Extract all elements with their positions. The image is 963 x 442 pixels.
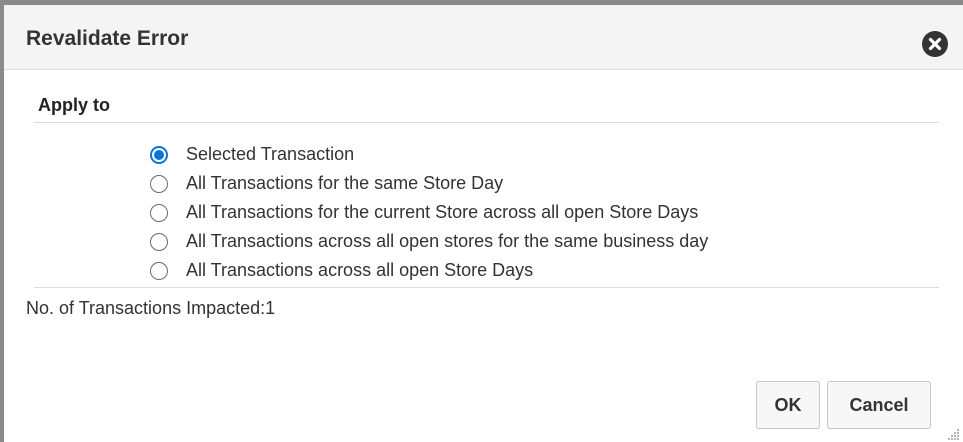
radio-option-label: All Transactions across all open stores …: [186, 231, 709, 251]
close-circle-icon: [928, 37, 942, 51]
transactions-impacted-text: No. of Transactions Impacted:1: [26, 298, 276, 318]
apply-to-radio-group: Selected Transaction All Transactions fo…: [150, 140, 708, 285]
ok-button[interactable]: OK: [756, 381, 820, 429]
radio-button[interactable]: [150, 232, 168, 251]
radio-option-all-open-store-days[interactable]: All Transactions across all open Store D…: [150, 256, 708, 285]
cancel-button[interactable]: Cancel: [827, 381, 931, 429]
radio-option-all-stores-same-business-day[interactable]: All Transactions across all open stores …: [150, 227, 708, 256]
radio-option-label: All Transactions for the current Store a…: [186, 202, 699, 222]
radio-option-label: All Transactions for the same Store Day: [186, 173, 504, 193]
close-button[interactable]: [922, 31, 948, 57]
radio-option-selected-transaction[interactable]: Selected Transaction: [150, 140, 708, 169]
revalidate-error-dialog: Revalidate Error Apply to Selected Trans…: [0, 0, 963, 442]
radio-button[interactable]: [150, 174, 168, 193]
dialog-header: Revalidate Error: [4, 5, 963, 70]
resize-grip-icon[interactable]: [946, 427, 960, 441]
radio-button[interactable]: [150, 261, 168, 280]
section-divider: [34, 122, 939, 123]
radio-option-label: All Transactions across all open Store D…: [186, 260, 534, 280]
apply-to-heading: Apply to: [38, 95, 110, 115]
impact-divider: [34, 287, 939, 288]
radio-button-checked[interactable]: [150, 145, 168, 164]
radio-option-same-store-day[interactable]: All Transactions for the same Store Day: [150, 169, 708, 198]
radio-option-label: Selected Transaction: [186, 144, 355, 164]
radio-option-current-store-all-days[interactable]: All Transactions for the current Store a…: [150, 198, 708, 227]
dialog-title: Revalidate Error: [26, 27, 189, 50]
radio-button[interactable]: [150, 203, 168, 222]
